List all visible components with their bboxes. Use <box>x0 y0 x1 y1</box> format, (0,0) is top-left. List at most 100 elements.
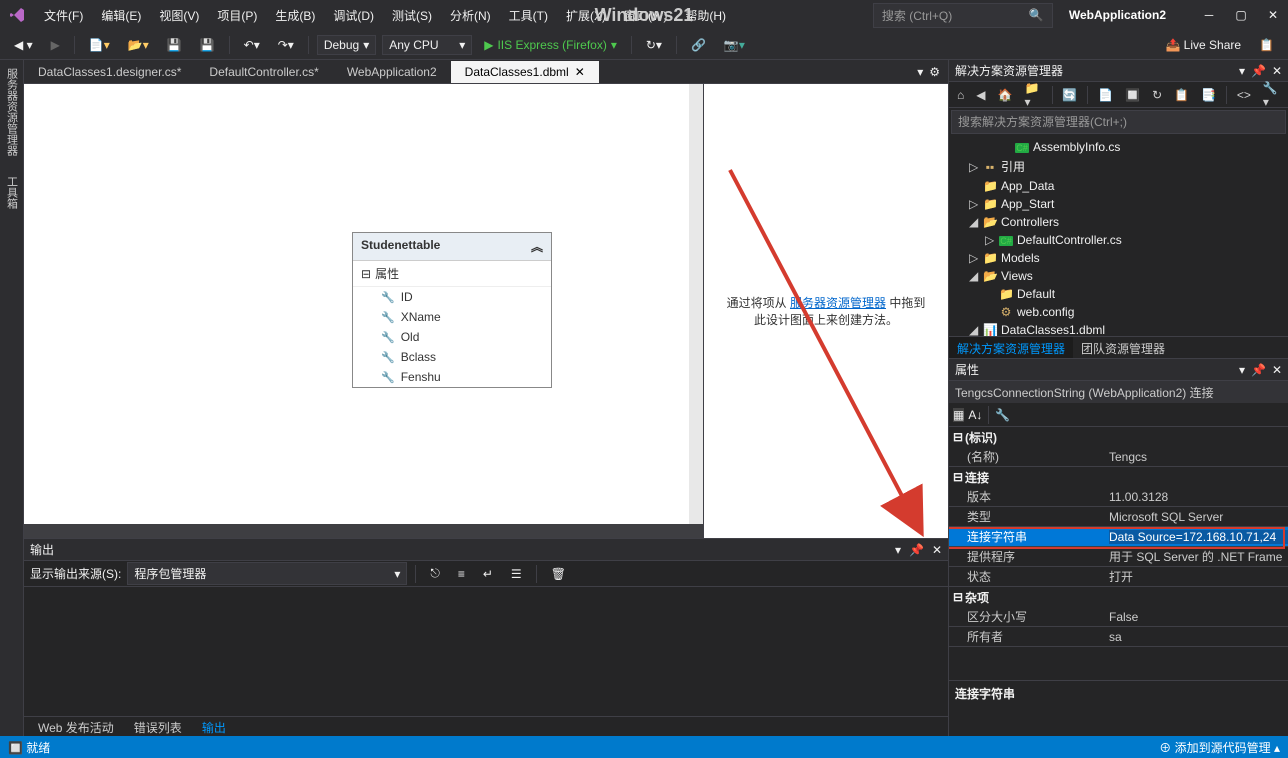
show-all-icon[interactable]: 📄 <box>1094 86 1117 104</box>
new-button[interactable]: 📄▾ <box>83 35 116 55</box>
home-icon[interactable]: ⌂ <box>953 86 968 104</box>
save-button[interactable]: 💾 <box>161 35 188 55</box>
refresh-icon[interactable]: ↻ <box>1148 86 1166 104</box>
tab-0[interactable]: DataClasses1.designer.cs* <box>24 61 195 83</box>
hscrollbar[interactable] <box>24 524 703 538</box>
prop-value[interactable]: 11.00.3128 <box>1109 490 1288 504</box>
output-pin-icon[interactable]: 📌 <box>909 543 924 557</box>
prop-row[interactable]: 状态打开 <box>949 567 1288 587</box>
back-button[interactable]: ◀ ▾ <box>8 35 39 55</box>
panel-dropdown-icon[interactable]: ▾ <box>1239 64 1245 78</box>
tree-item[interactable]: C#AssemblyInfo.cs <box>949 138 1288 156</box>
prop-row[interactable]: 所有者sa <box>949 627 1288 647</box>
prop-row[interactable]: 提供程序用于 SQL Server 的 .NET Frame <box>949 547 1288 567</box>
refresh-button[interactable]: ↻▾ <box>640 35 668 55</box>
props-wrench-icon[interactable]: 🔧 <box>995 408 1010 422</box>
tree-item[interactable]: ▷C#DefaultController.cs <box>949 231 1288 249</box>
panel-pin-icon[interactable]: 📌 <box>1251 64 1266 78</box>
properties-grid[interactable]: ⊟ (标识)(名称)Tengcs⊟ 连接版本11.00.3128类型Micros… <box>949 427 1288 680</box>
open-button[interactable]: 📂▾ <box>122 35 155 55</box>
tree-item[interactable]: ▷▪▪引用 <box>949 156 1288 177</box>
output-tab[interactable]: 错误列表 <box>126 717 190 738</box>
extensions-button[interactable]: 📷▾ <box>718 35 751 55</box>
back-icon[interactable]: ◀ <box>972 86 989 104</box>
status-right[interactable]: ⊕ 添加到源代码管理 ▴ <box>1159 741 1280 755</box>
panel-tab[interactable]: 解决方案资源管理器 <box>949 337 1073 358</box>
output-tab[interactable]: Web 发布活动 <box>30 717 122 738</box>
live-share-button[interactable]: 📤 Live Share <box>1160 35 1247 55</box>
prop-category[interactable]: ⊟ (标识) <box>949 427 1288 447</box>
categorize-icon[interactable]: ▦ <box>953 408 964 422</box>
expand-icon[interactable]: ◢ <box>969 269 979 283</box>
tab-dropdown-icon[interactable]: ▾ <box>917 65 923 79</box>
prop-row[interactable]: 版本11.00.3128 <box>949 487 1288 507</box>
expand-icon[interactable]: ▷ <box>969 160 979 174</box>
run-button[interactable]: ▶ IIS Express (Firefox) ▾ <box>478 36 623 54</box>
expand-icon[interactable]: ◢ <box>969 215 979 229</box>
prop-value[interactable]: sa <box>1109 630 1288 644</box>
wrench-icon[interactable]: 🔧▾ <box>1259 79 1284 111</box>
solution-tree[interactable]: C#AssemblyInfo.cs▷▪▪引用📁App_Data▷📁App_Sta… <box>949 136 1288 336</box>
tree-item[interactable]: ▷📁App_Start <box>949 195 1288 213</box>
home2-icon[interactable]: 🏠 <box>993 86 1016 104</box>
prop-value[interactable]: Data Source=172.168.10.71,24 <box>1109 530 1288 544</box>
solution-view-icon[interactable]: 📁▾ <box>1020 79 1045 111</box>
menu-item[interactable]: 编辑(E) <box>93 3 149 28</box>
expand-icon[interactable]: ▷ <box>969 197 979 211</box>
sync-icon[interactable]: 🔄 <box>1058 86 1081 104</box>
close-button[interactable]: ✕ <box>1266 8 1280 22</box>
server-explorer-tab[interactable]: 服务器资源管理器 <box>4 68 20 156</box>
code-icon[interactable]: <> <box>1233 86 1255 104</box>
solution-search[interactable]: 搜索解决方案资源管理器(Ctrl+;) <box>951 110 1286 134</box>
menu-item[interactable]: 生成(B) <box>267 3 323 28</box>
sort-icon[interactable]: A↓ <box>968 408 982 422</box>
entity-section[interactable]: ⊟ 属性 <box>353 261 551 287</box>
minimize-button[interactable]: ─ <box>1202 8 1216 22</box>
entity-property[interactable]: 🔧Fenshu <box>353 367 551 387</box>
tab-3[interactable]: DataClasses1.dbml✕ <box>451 61 599 83</box>
browser-link-button[interactable]: 🔗 <box>685 35 712 55</box>
toolbox-tab[interactable]: 工具箱 <box>4 176 20 209</box>
entity-property[interactable]: 🔧Old <box>353 327 551 347</box>
tab-close-icon[interactable]: ✕ <box>575 65 585 79</box>
prop-value[interactable]: 用于 SQL Server 的 .NET Frame <box>1109 548 1288 565</box>
tree-item[interactable]: 📁Default <box>949 285 1288 303</box>
collapse-section-icon[interactable]: ⊟ <box>361 267 371 281</box>
expand-icon[interactable]: ◢ <box>969 323 979 336</box>
config-dropdown[interactable]: Debug ▾ <box>317 35 376 55</box>
entity-header[interactable]: Studenettable ︽ <box>353 233 551 261</box>
entity-property[interactable]: 🔧ID <box>353 287 551 307</box>
output-dropdown-icon[interactable]: ▾ <box>895 543 901 557</box>
panel-close-icon[interactable]: ✕ <box>1272 64 1282 78</box>
props-pin-icon[interactable]: 📌 <box>1251 363 1266 377</box>
entity-property[interactable]: 🔧XName <box>353 307 551 327</box>
prop-row[interactable]: 类型Microsoft SQL Server <box>949 507 1288 527</box>
tree-item[interactable]: ▷📁Models <box>949 249 1288 267</box>
expand-icon[interactable]: ▷ <box>969 251 979 265</box>
platform-dropdown[interactable]: Any CPU ▾ <box>382 35 472 55</box>
props-icon[interactable]: 📋 <box>1170 86 1193 104</box>
menu-item[interactable]: 工具(T) <box>501 3 556 28</box>
props-dropdown-icon[interactable]: ▾ <box>1239 363 1245 377</box>
tab-1[interactable]: DefaultController.cs* <box>195 61 332 83</box>
prop-value[interactable]: Microsoft SQL Server <box>1109 510 1288 524</box>
tree-item[interactable]: ◢📂Controllers <box>949 213 1288 231</box>
output-close-icon[interactable]: ✕ <box>932 543 942 557</box>
menu-item[interactable]: 测试(S) <box>384 3 440 28</box>
server-explorer-link[interactable]: 服务器资源管理器 <box>790 296 886 310</box>
tree-item[interactable]: 📁App_Data <box>949 177 1288 195</box>
props-close-icon[interactable]: ✕ <box>1272 363 1282 377</box>
tab-gear-icon[interactable]: ⚙ <box>929 65 940 79</box>
table-entity[interactable]: Studenettable ︽ ⊟ 属性 🔧ID🔧XName🔧Old🔧Bclas… <box>352 232 552 388</box>
output-toggle-icon[interactable]: ≡ <box>452 564 471 584</box>
menu-item[interactable]: 分析(N) <box>442 3 499 28</box>
output-wrap-icon[interactable]: ↵ <box>477 564 499 584</box>
tree-item[interactable]: ⚙web.config <box>949 303 1288 321</box>
prop-row[interactable]: 连接字符串Data Source=172.168.10.71,24 <box>949 527 1288 547</box>
menu-item[interactable]: 调试(D) <box>325 3 382 28</box>
redo-button[interactable]: ↷▾ <box>272 35 300 55</box>
preview-icon[interactable]: 📑 <box>1197 86 1220 104</box>
vscrollbar[interactable] <box>689 84 703 524</box>
forward-button[interactable]: ▶ <box>45 35 66 55</box>
expand-icon[interactable]: ▷ <box>985 233 995 247</box>
